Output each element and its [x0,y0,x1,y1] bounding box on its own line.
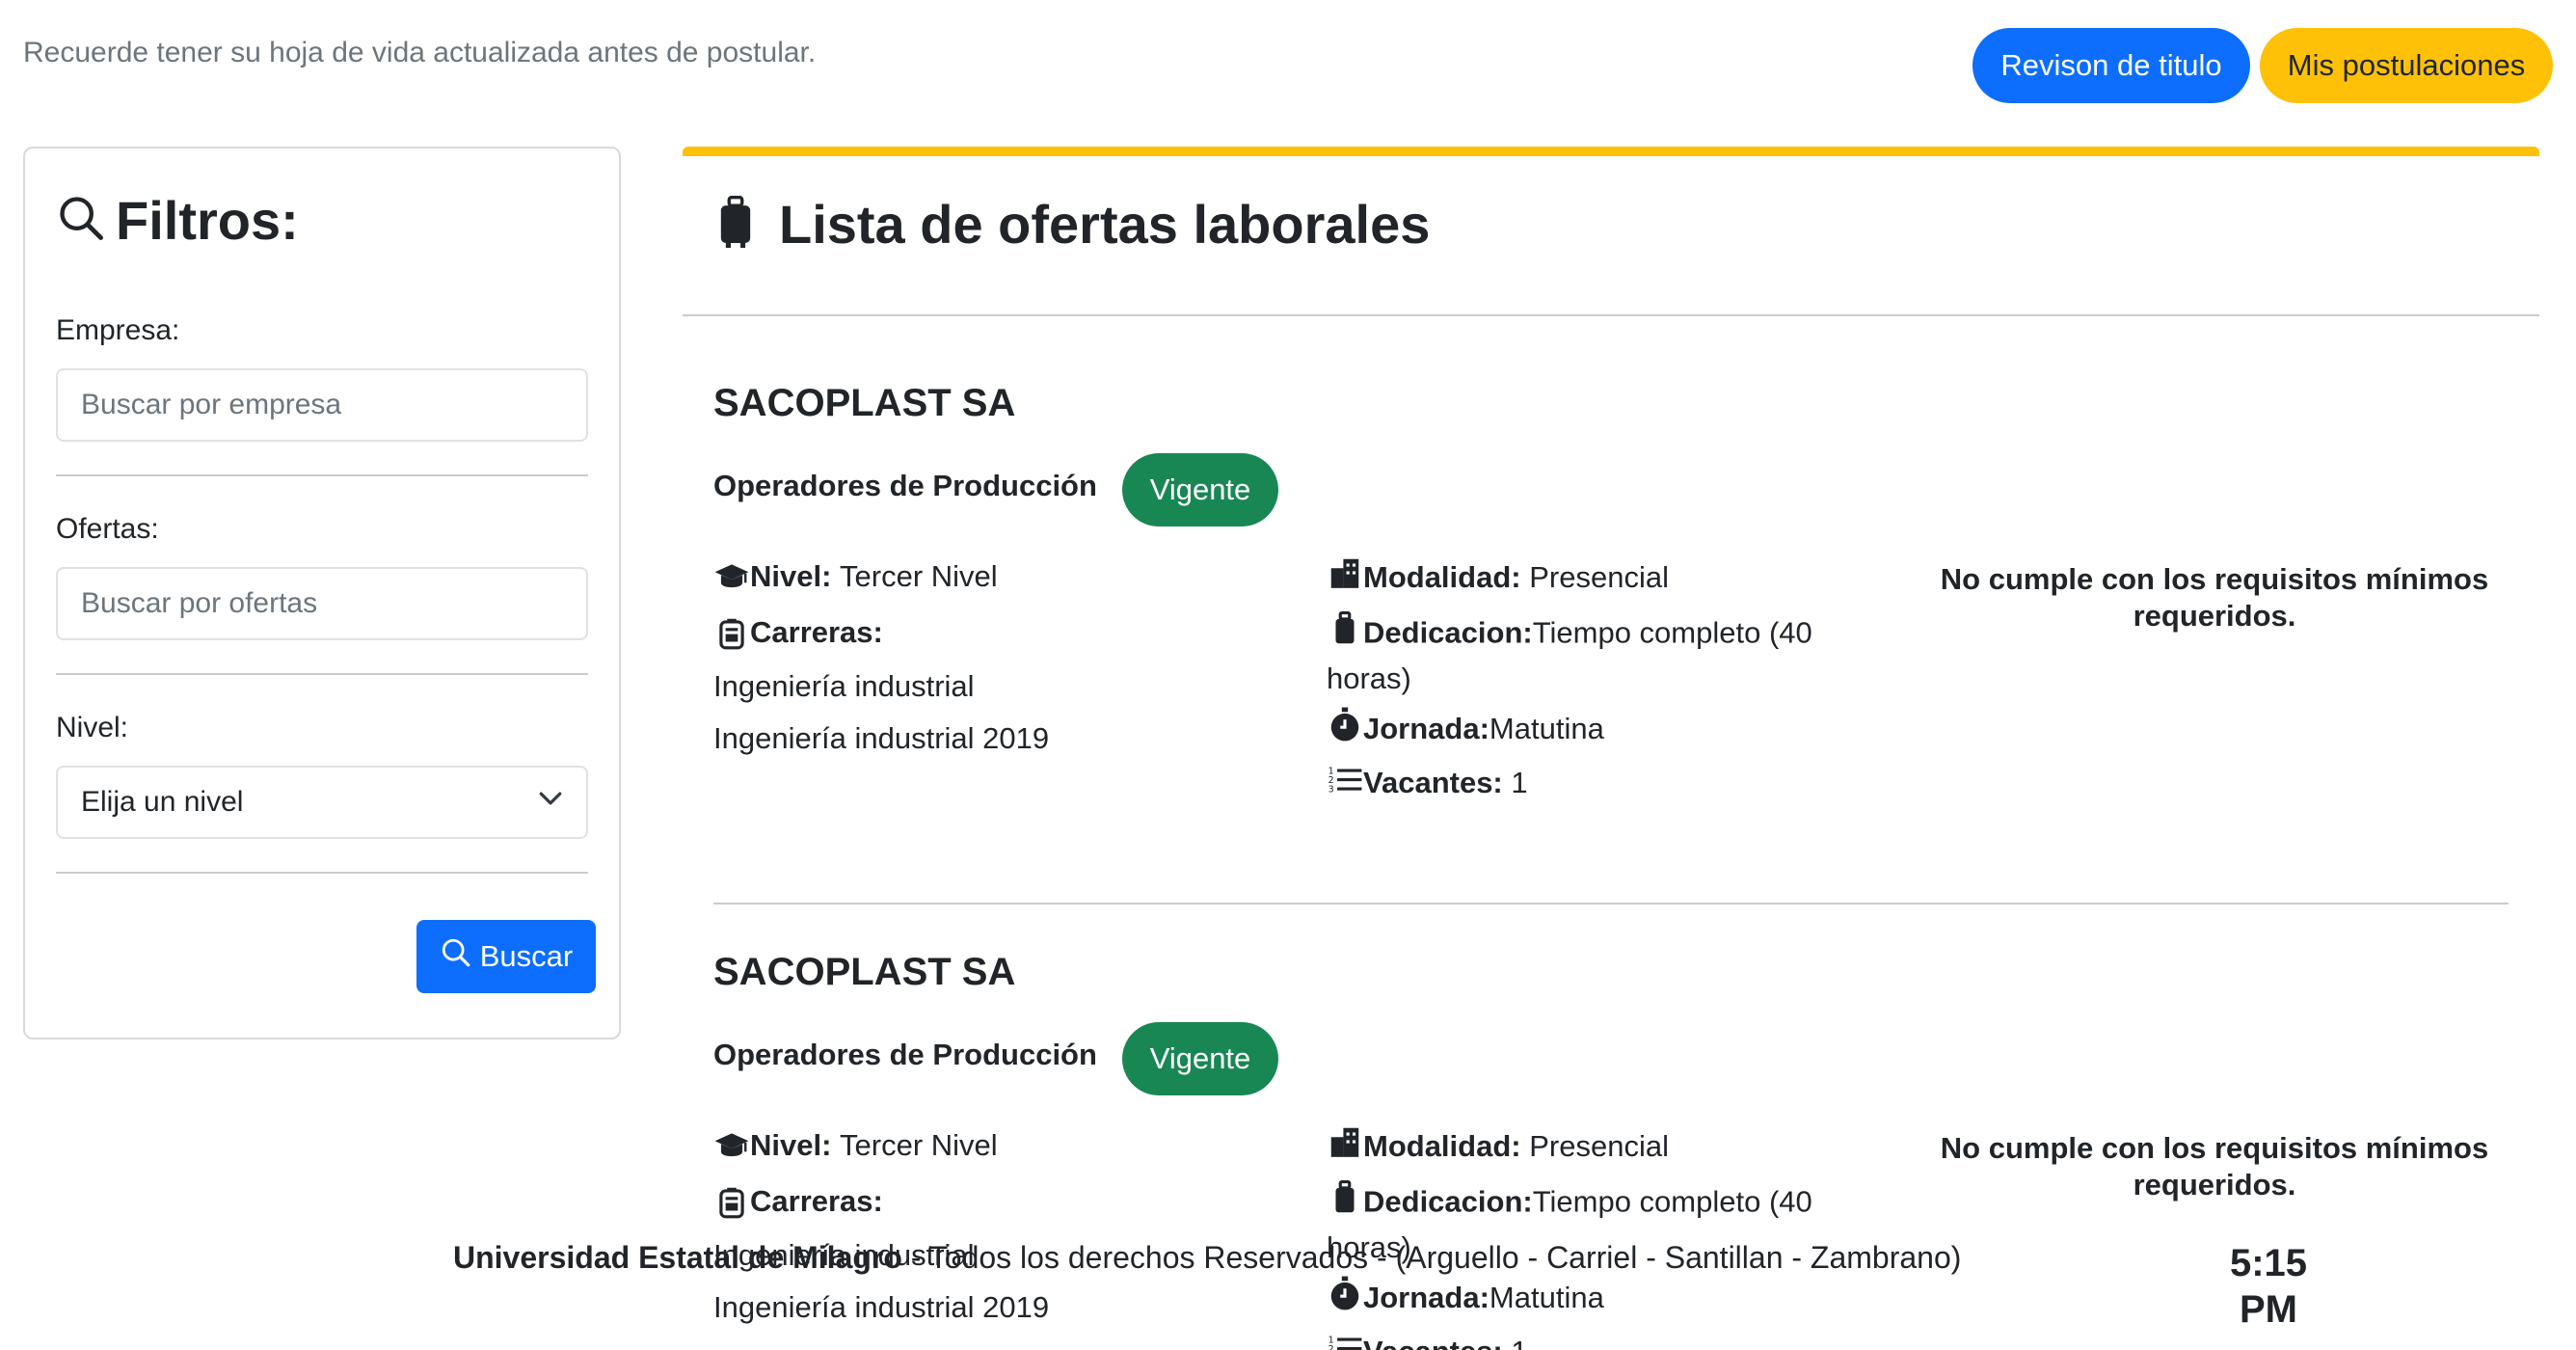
jornada-value: Matutina [1489,1281,1604,1314]
reminder-text: Recuerde tener su hoja de vida actualiza… [23,37,817,68]
company-name: SACOPLAST SA [713,382,1016,424]
vacantes-row: 123 Vacantes: 1 [1327,1330,1866,1350]
my-applications-button[interactable]: Mis postulaciones [2260,28,2553,103]
carrera-item: Ingeniería industrial 2019 [713,721,1050,755]
vacantes-row: 123 Vacantes: 1 [1327,761,1866,805]
suitcase-icon [1327,611,1363,655]
jornada-row: Jornada: Matutina [1327,1276,1866,1320]
carreras-label: Carreras: [750,615,883,649]
backpack-icon [713,614,750,651]
vacantes-value: 1 [1511,1332,1527,1350]
divider [56,673,588,675]
suitcase-icon [1327,1180,1363,1224]
nivel-label: Nivel: [56,712,129,743]
position-title: Operadores de Producción [713,1038,1097,1071]
list-icon: 123 [1327,760,1363,807]
nivel-label: Nivel: [750,559,832,593]
filters-title: Filtros: [116,190,299,251]
modalidad-row: Modalidad: Presencial [1327,1124,1866,1169]
search-icon [440,936,472,977]
clock-ampm: PM [2240,1288,2297,1331]
modalidad-label: Modalidad: [1363,1129,1521,1163]
vacantes-value: 1 [1511,766,1528,799]
nivel-row: Nivel: Tercer Nivel [713,1126,998,1165]
jornada-label: Jornada: [1363,712,1489,745]
offer-details: Modalidad: Presencial Dedicacion:Tiempo … [1327,555,1866,805]
carreras-row: Carreras: [713,613,883,652]
dedicacion-label: Dedicacion: [1363,615,1533,650]
building-icon [1327,1123,1363,1171]
dedicacion-label: Dedicacion: [1363,1184,1533,1219]
nivel-selected-value: Elija un nivel [81,786,244,818]
jornada-value: Matutina [1489,712,1604,745]
nivel-row: Nivel: Tercer Nivel [713,557,998,596]
divider [713,903,2509,904]
modalidad-label: Modalidad: [1363,560,1521,594]
offers-title: Lista de ofertas laborales [779,194,1431,255]
carrera-item: Ingeniería industrial 2019 [713,1290,1050,1324]
vacantes-label: Vacantes: [1363,766,1503,799]
empresa-search-input[interactable] [56,368,588,442]
graduation-cap-icon [713,1127,750,1164]
svg-text:3: 3 [1328,784,1334,795]
footer-rights: - Todos los derechos Reservados - (Argue… [901,1240,1962,1275]
clock-time: 5:15 [2229,1242,2308,1284]
nivel-value: Tercer Nivel [840,1128,998,1162]
footer-text: Universidad Estatal de Milagro - Todos l… [453,1240,1961,1276]
svg-text:2: 2 [1328,1343,1334,1350]
requirement-message: No cumple con los requisitos mínimos req… [1940,1131,2489,1202]
status-badge: Vigente [1122,453,1278,526]
dedicacion-row: Dedicacion:Tiempo completo (40 horas) [1327,611,1866,699]
ofertas-label: Ofertas: [56,513,159,545]
search-button-label: Buscar [479,939,574,973]
nivel-label: Nivel: [750,1128,832,1162]
jornada-label: Jornada: [1363,1281,1489,1314]
carreras-row: Carreras: [713,1182,883,1221]
backpack-icon [713,1183,750,1220]
footer-institution: Universidad Estatal de Milagro [453,1240,902,1275]
empresa-label: Empresa: [56,314,180,346]
modalidad-value: Presencial [1529,560,1669,594]
filters-panel: Filtros: Empresa: Ofertas: Nivel: Elija … [23,147,621,1040]
requirement-message: No cumple con los requisitos mínimos req… [1940,562,2489,633]
vacantes-label: Vacantes: [1363,1332,1503,1350]
nivel-value: Tercer Nivel [840,559,998,593]
ofertas-search-input[interactable] [56,567,588,640]
status-badge: Vigente [1122,1022,1278,1095]
carrera-item: Ingeniería industrial [713,669,975,703]
suitcase-icon [719,196,752,253]
chevron-down-icon [538,786,563,819]
position-title: Operadores de Producción [713,469,1097,502]
offers-accent-bar [683,147,2539,156]
offers-panel: Lista de ofertas laborales SACOPLAST SA … [683,147,2539,1350]
clock: 5:15 PM [2196,1240,2341,1333]
stopwatch-icon [1327,1275,1363,1322]
offer-details: Modalidad: Presencial Dedicacion:Tiempo … [1327,1124,1866,1350]
graduation-cap-icon [713,558,750,595]
jornada-row: Jornada: Matutina [1327,707,1866,751]
nivel-select[interactable]: Elija un nivel [56,766,588,839]
title-review-button[interactable]: Revison de titulo [1972,28,2250,103]
modalidad-row: Modalidad: Presencial [1327,555,1866,600]
modalidad-value: Presencial [1529,1129,1669,1163]
divider [56,474,588,476]
search-icon [56,193,106,248]
offer-card[interactable]: SACOPLAST SA Operadores de Producción Vi… [713,382,2509,960]
divider [683,314,2539,316]
divider [56,872,588,874]
filters-header: Filtros: [56,189,299,252]
search-button[interactable]: Buscar [416,920,596,993]
carreras-label: Carreras: [750,1184,883,1218]
offers-header: Lista de ofertas laborales [719,193,1430,256]
building-icon [1327,554,1363,602]
list-icon: 123 [1327,1329,1363,1350]
company-name: SACOPLAST SA [713,951,1016,993]
stopwatch-icon [1327,706,1363,753]
